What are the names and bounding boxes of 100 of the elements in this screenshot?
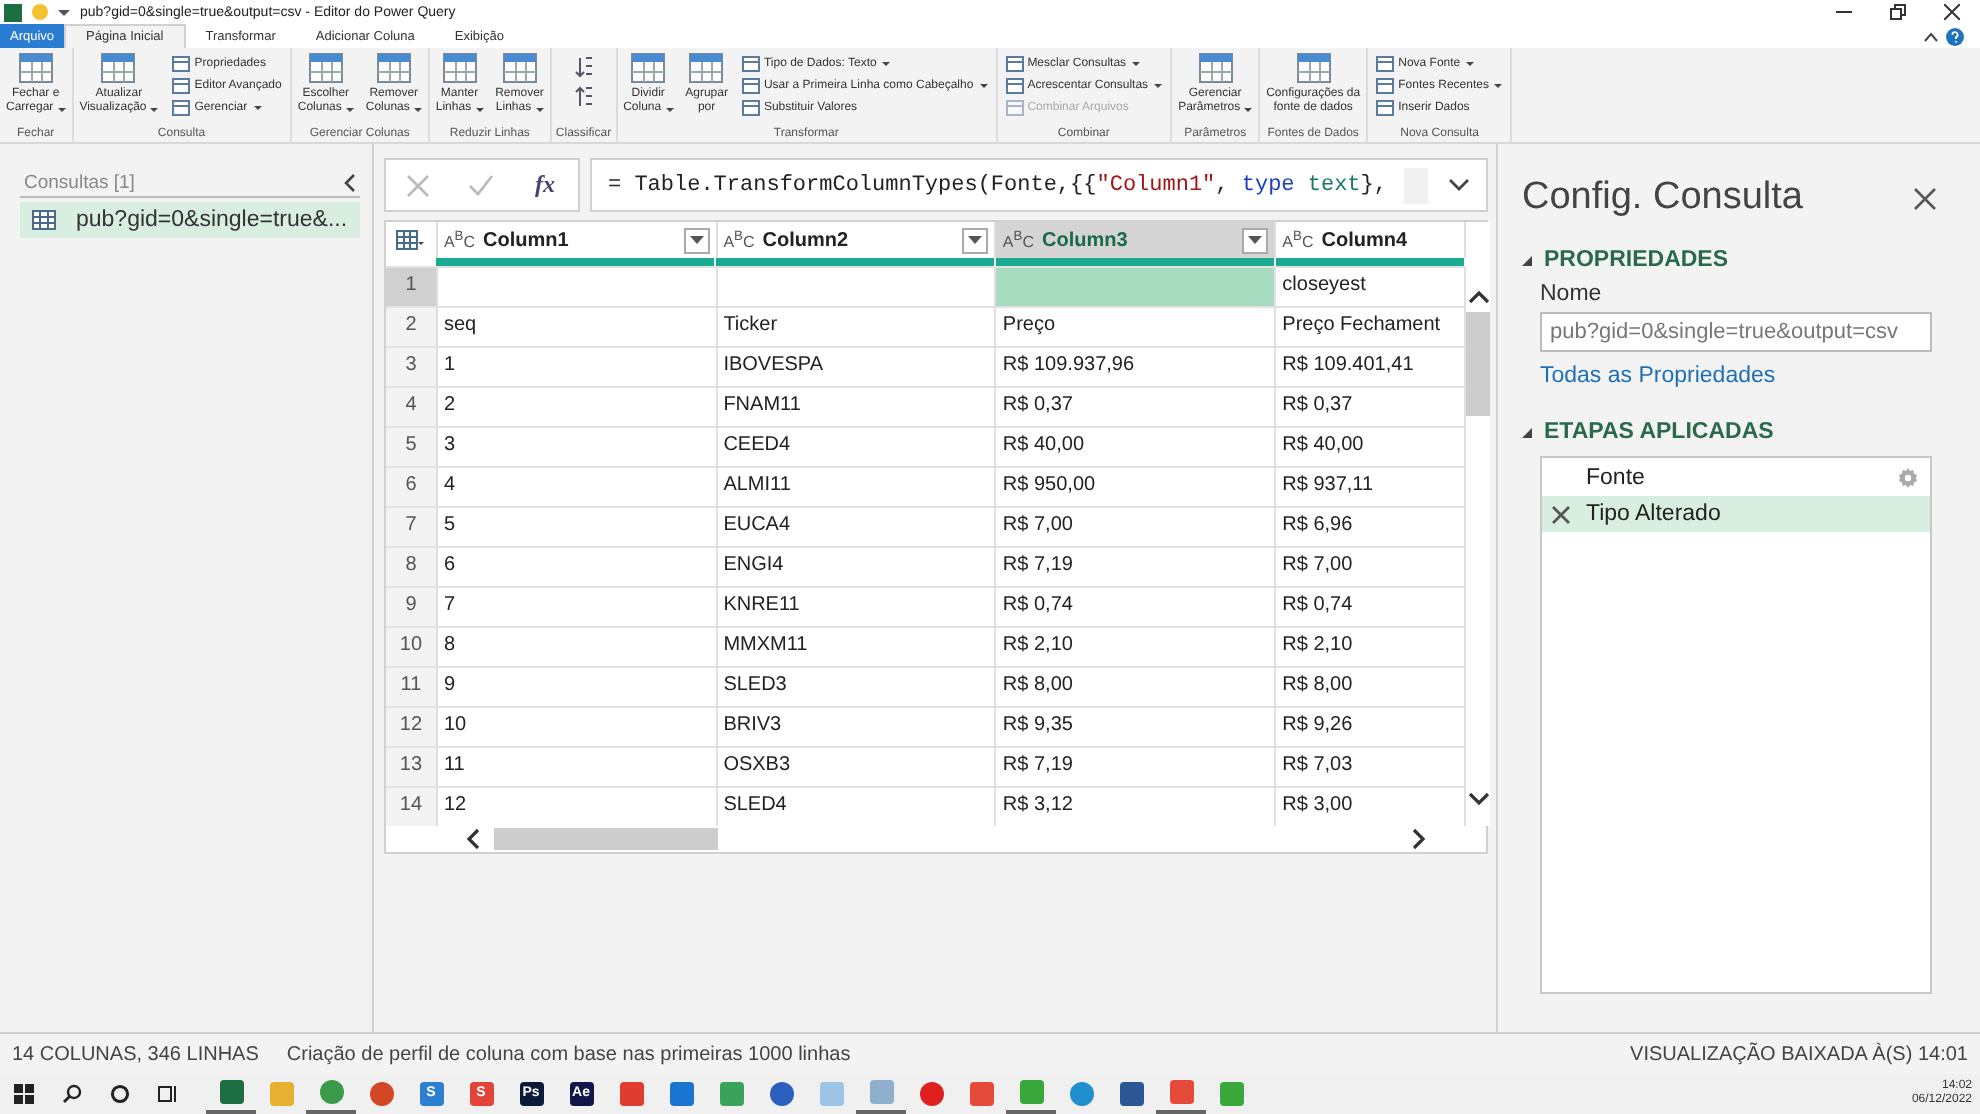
caret-icon[interactable] bbox=[58, 9, 70, 15]
table-cell: 3 bbox=[437, 428, 718, 466]
table-cell: 10 bbox=[437, 708, 718, 746]
pane-title: Config. Consulta bbox=[1522, 176, 1803, 220]
row-number[interactable]: 8 bbox=[386, 548, 438, 586]
row-number[interactable]: 10 bbox=[386, 628, 438, 666]
data-type-label[interactable]: A$^{B}$C bbox=[1282, 229, 1314, 251]
table-cell: CEED4 bbox=[717, 428, 997, 466]
row-number[interactable]: 5 bbox=[386, 428, 438, 466]
table-cell: 1 bbox=[437, 348, 718, 386]
search-icon[interactable] bbox=[62, 1084, 82, 1104]
table-cell: KNRE11 bbox=[717, 588, 997, 626]
table-cell: EUCA4 bbox=[717, 508, 997, 546]
collapse-ribbon-icon[interactable] bbox=[1924, 31, 1938, 41]
queries-title: Consultas [1] bbox=[24, 172, 135, 194]
taskbar-app-icon[interactable] bbox=[856, 1074, 906, 1114]
scroll-left-icon[interactable] bbox=[466, 828, 480, 850]
table-cell: 8 bbox=[437, 628, 718, 666]
row-number[interactable]: 13 bbox=[386, 748, 438, 786]
table-cell: 9 bbox=[437, 668, 718, 706]
sort-descending-icon[interactable] bbox=[573, 86, 594, 108]
vertical-scrollbar[interactable] bbox=[1466, 222, 1490, 826]
name-field[interactable]: pub?gid=0&single=true&output=csv bbox=[1540, 312, 1932, 352]
row-number[interactable]: 11 bbox=[386, 668, 438, 706]
scroll-right-icon[interactable] bbox=[1412, 828, 1426, 850]
all-properties-link[interactable]: Todas as Propriedades bbox=[1540, 364, 1776, 388]
table-cell: R$ 2,10 bbox=[996, 628, 1277, 666]
table-cell: 4 bbox=[437, 468, 718, 506]
expand-icon[interactable] bbox=[1448, 178, 1470, 192]
table-cell: R$ 950,00 bbox=[996, 468, 1277, 506]
scroll-down-icon[interactable] bbox=[1467, 792, 1489, 806]
section-heading: ETAPAS APLICADAS bbox=[1544, 420, 1774, 444]
preview-status: VISUALIZAÇÃO BAIXADA À(S) 14:01 bbox=[1630, 1043, 1968, 1065]
function-button[interactable]: fx bbox=[531, 170, 559, 200]
window-icon bbox=[172, 100, 191, 116]
table-cell: MMXM11 bbox=[717, 628, 997, 666]
filter-dropdown-icon[interactable] bbox=[962, 227, 989, 253]
taskbar-app-icon[interactable] bbox=[1006, 1074, 1056, 1114]
table-icon bbox=[32, 210, 56, 230]
circle-icon[interactable] bbox=[110, 1084, 130, 1104]
taskbar-app-icon[interactable] bbox=[206, 1074, 256, 1114]
window-icon bbox=[741, 100, 760, 116]
filter-dropdown-icon[interactable] bbox=[683, 227, 710, 253]
close-icon[interactable] bbox=[1914, 187, 1936, 209]
restore-icon[interactable] bbox=[1890, 4, 1906, 20]
table-cell: R$ 8,00 bbox=[996, 668, 1277, 706]
data-type-label[interactable]: A$^{B}$C bbox=[723, 229, 755, 251]
table-cell: R$ 0,37 bbox=[996, 388, 1277, 426]
section-heading: PROPRIEDADES bbox=[1544, 248, 1729, 272]
check-icon[interactable] bbox=[467, 174, 493, 196]
formula-field[interactable]: = Table.TransformColumnTypes(Fonte,{{"Column1", type text}, bbox=[590, 158, 1488, 212]
window-icon bbox=[1376, 56, 1395, 72]
applied-step[interactable]: Tipo Alterado bbox=[1542, 496, 1930, 532]
table-cell: OSXB3 bbox=[717, 748, 997, 786]
row-number[interactable]: 2 bbox=[386, 308, 438, 346]
window-icon bbox=[1376, 100, 1395, 116]
table-cell: IBOVESPA bbox=[717, 348, 997, 386]
row-number[interactable]: 14 bbox=[386, 788, 438, 826]
applied-step[interactable]: Fonte bbox=[1542, 460, 1930, 496]
window-icon bbox=[741, 56, 760, 72]
window-icon bbox=[172, 56, 191, 72]
task-view-icon[interactable] bbox=[158, 1084, 178, 1104]
scroll-up-icon[interactable] bbox=[1467, 290, 1489, 304]
profiling-status: Criação de perfil de coluna com base nas primeiras 1000 linhas bbox=[286, 1043, 851, 1065]
scroll-thumb[interactable] bbox=[494, 828, 718, 850]
delete-icon[interactable] bbox=[1552, 505, 1570, 523]
close-icon[interactable] bbox=[1944, 4, 1960, 20]
collapse-icon[interactable] bbox=[1522, 255, 1532, 265]
table-cell: R$ 9,35 bbox=[996, 708, 1277, 746]
table-cell: SLED3 bbox=[717, 668, 997, 706]
row-number[interactable]: 7 bbox=[386, 508, 438, 546]
row-number[interactable]: 6 bbox=[386, 468, 438, 506]
row-number[interactable]: 9 bbox=[386, 588, 438, 626]
window-icon bbox=[1005, 56, 1024, 72]
start-icon[interactable] bbox=[14, 1084, 34, 1104]
horizontal-scrollbar[interactable] bbox=[384, 826, 1488, 854]
table-cell: R$ 109.937,96 bbox=[996, 348, 1277, 386]
row-number[interactable]: 12 bbox=[386, 708, 438, 746]
taskbar-app-icon[interactable] bbox=[1156, 1074, 1206, 1114]
table-cell: ENGI4 bbox=[717, 548, 997, 586]
sort-ascending-icon[interactable] bbox=[573, 56, 594, 78]
excel-icon bbox=[4, 3, 22, 21]
data-type-label[interactable]: A$^{B}$C bbox=[1002, 229, 1034, 251]
window-icon bbox=[1376, 78, 1395, 94]
query-item[interactable]: pub?gid=0&single=true&... bbox=[20, 202, 360, 238]
scroll-thumb[interactable] bbox=[1466, 312, 1490, 416]
row-number[interactable]: 3 bbox=[386, 348, 438, 386]
window-icon bbox=[172, 78, 191, 94]
data-type-label[interactable]: A$^{B}$C bbox=[443, 229, 476, 251]
filter-dropdown-icon[interactable] bbox=[1242, 227, 1269, 253]
row-number[interactable]: 4 bbox=[386, 388, 438, 426]
table-cell: R$ 7,19 bbox=[996, 548, 1277, 586]
row-column-count: 14 COLUNAS, 346 LINHAS bbox=[12, 1043, 259, 1065]
collapse-icon[interactable] bbox=[1522, 427, 1532, 437]
collapse-icon[interactable] bbox=[344, 174, 356, 192]
table-cell: R$ 0,74 bbox=[996, 588, 1277, 626]
column-header[interactable]: A$^{B}$C Column3 bbox=[996, 222, 1277, 258]
row-number[interactable]: 1 bbox=[386, 268, 438, 306]
table-cell: 6 bbox=[437, 548, 718, 586]
table-cell: Preço bbox=[996, 308, 1277, 346]
